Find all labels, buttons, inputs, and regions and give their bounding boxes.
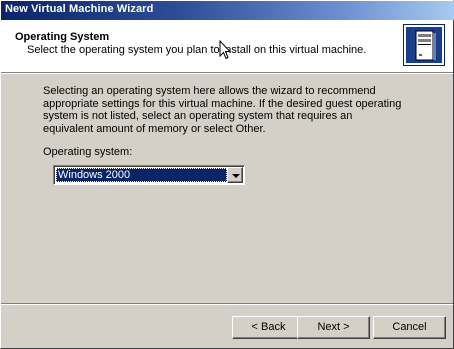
os-dropdown[interactable]: Windows 2000 <box>53 165 245 185</box>
page-subtitle: Select the operating system you plan to … <box>27 44 367 56</box>
mouse-cursor-icon <box>219 40 231 60</box>
chevron-down-icon[interactable] <box>227 167 243 183</box>
window-title: New Virtual Machine Wizard <box>5 3 154 15</box>
description-text: Selecting an operating system here allow… <box>43 85 402 135</box>
page-title: Operating System <box>15 31 110 43</box>
title-bar[interactable]: New Virtual Machine Wizard <box>1 1 454 20</box>
next-button[interactable]: Next > <box>297 316 370 339</box>
back-button[interactable]: < Back <box>232 316 305 339</box>
footer-divider <box>1 303 453 305</box>
wizard-window: New Virtual Machine Wizard Operating Sys… <box>0 0 454 349</box>
os-label: Operating system: <box>43 146 133 158</box>
os-dropdown-value[interactable]: Windows 2000 <box>56 168 227 182</box>
computer-tower-icon <box>403 24 445 66</box>
cancel-button[interactable]: Cancel <box>373 316 446 339</box>
header-divider <box>1 72 453 74</box>
